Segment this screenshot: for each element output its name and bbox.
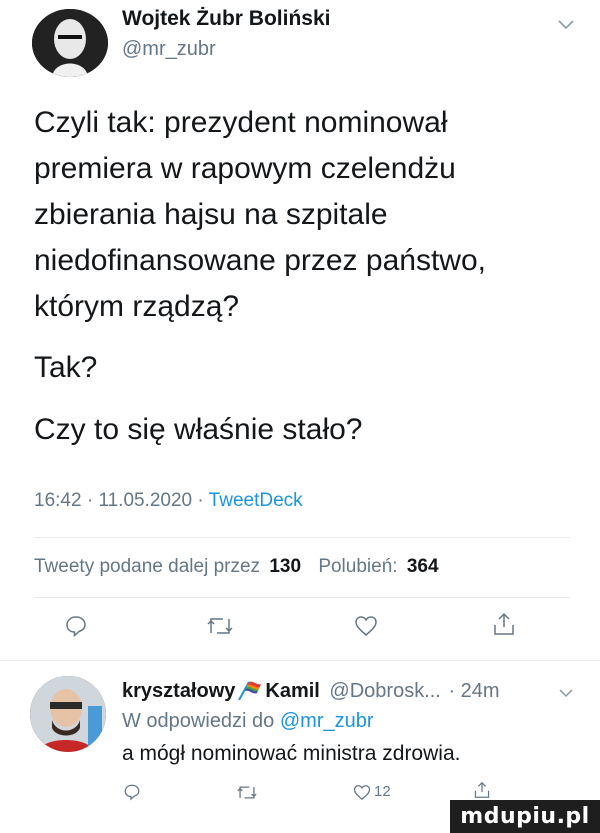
separator-dot: · bbox=[197, 490, 209, 511]
reply-header: kryształowy Kamil @Dobrosk... · 24m bbox=[122, 680, 500, 706]
reply-text: a mógł nominować ministra zdrowia. bbox=[122, 742, 461, 765]
chevron-down-icon[interactable] bbox=[556, 18, 576, 32]
tweet-text-line: zbierania hajsu na szpitale bbox=[34, 198, 388, 231]
like-icon[interactable] bbox=[350, 780, 374, 804]
reply-time[interactable]: · 24m bbox=[448, 680, 499, 702]
tweet-timestamp[interactable]: 16:42 · 11.05.2020 · TweetDeck bbox=[34, 490, 303, 512]
tweet-text-line: Czy to się właśnie stało? bbox=[34, 413, 363, 446]
share-icon[interactable] bbox=[488, 608, 520, 640]
reply-author-name[interactable]: kryształowy bbox=[122, 680, 235, 702]
retweets-label[interactable]: Tweety podane dalej przez bbox=[34, 556, 260, 577]
divider bbox=[34, 597, 570, 598]
tweet-text-line: Tak? bbox=[34, 351, 98, 384]
author-avatar[interactable] bbox=[32, 9, 108, 77]
separator-dot: · bbox=[86, 490, 99, 511]
chevron-down-icon[interactable] bbox=[556, 686, 576, 700]
retweet-icon[interactable] bbox=[204, 610, 236, 642]
reply-icon[interactable] bbox=[60, 610, 92, 642]
rainbow-flag-icon bbox=[237, 680, 263, 706]
likes-count[interactable]: 364 bbox=[407, 556, 439, 577]
replying-to-handle-link[interactable]: @mr_zubr bbox=[280, 710, 374, 732]
reply-icon[interactable] bbox=[120, 780, 144, 804]
tweet-text-line: niedofinansowane przez państwo, bbox=[34, 244, 486, 277]
divider bbox=[34, 537, 570, 538]
retweet-icon[interactable] bbox=[235, 780, 259, 804]
tweet-text-line: Czyli tak: prezydent nominował bbox=[34, 106, 448, 139]
tweet-time[interactable]: 16:42 bbox=[34, 490, 82, 511]
tweet-stats: Tweety podane dalej przez 130 Polubień: … bbox=[34, 556, 439, 578]
reply-author-name-2[interactable]: Kamil bbox=[265, 680, 319, 702]
tweet-text-line: premiera w rapowym czelendżu bbox=[34, 152, 456, 185]
likes-label[interactable]: Polubień: bbox=[318, 556, 397, 577]
reply-author-handle[interactable]: @Dobrosk... bbox=[329, 680, 440, 702]
share-icon[interactable] bbox=[470, 778, 494, 802]
replying-to: W odpowiedzi do @mr_zubr bbox=[122, 710, 374, 733]
reply-like-count: 12 bbox=[374, 783, 391, 800]
author-handle[interactable]: @mr_zubr bbox=[122, 38, 216, 61]
divider bbox=[0, 660, 600, 661]
tweet-source-link[interactable]: TweetDeck bbox=[209, 490, 303, 511]
author-name[interactable]: Wojtek Żubr Boliński bbox=[122, 7, 330, 31]
retweets-count[interactable]: 130 bbox=[269, 556, 301, 577]
like-icon[interactable] bbox=[350, 610, 382, 642]
tweet-text-line: którym rządzą? bbox=[34, 290, 240, 323]
tweet-date[interactable]: 11.05.2020 bbox=[98, 490, 192, 511]
replying-to-prefix: W odpowiedzi do bbox=[122, 710, 275, 732]
watermark-logo: mdupiu.pl bbox=[450, 800, 600, 833]
reply-author-avatar[interactable] bbox=[30, 676, 106, 752]
